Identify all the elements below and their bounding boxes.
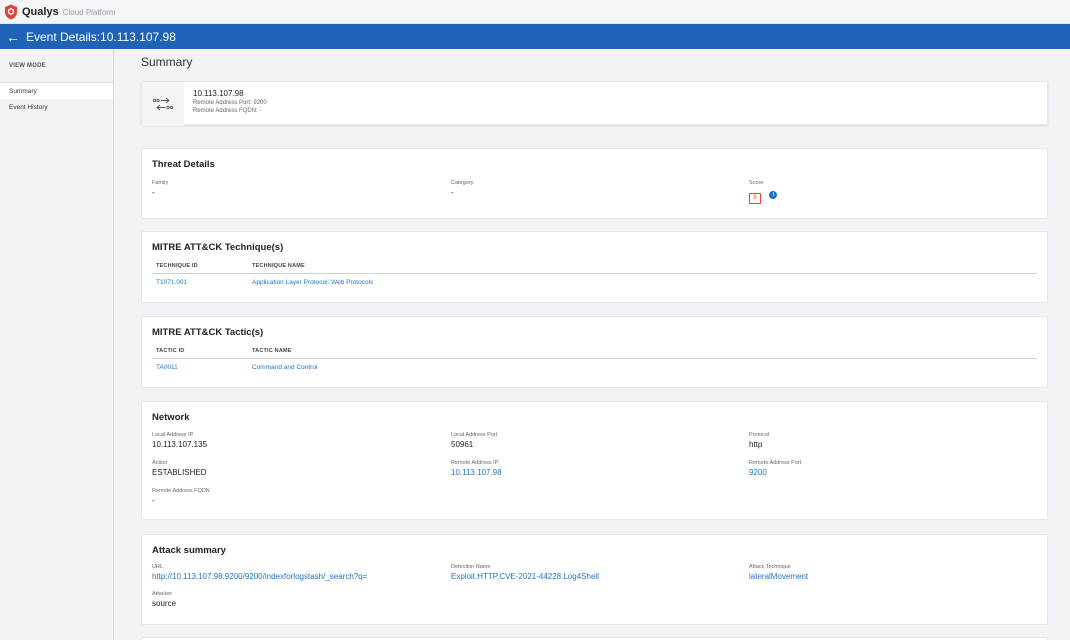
column-header-tactic-name: TACTIC NAME [252, 347, 292, 354]
info-icon[interactable]: i [769, 190, 778, 199]
detection-name-field: Detection Name Exploit.HTTP.CVE-2021-442… [451, 564, 599, 581]
sidebar-heading: VIEW MODE [0, 49, 113, 83]
table-row: TA0011 Command and Control [152, 359, 1037, 375]
main-content: Summary 10.113.107.98 Remote Address Por… [114, 49, 1070, 640]
attack-summary-card: Attack summary URL http://10.113.107.98:… [141, 534, 1048, 625]
family-label: Family [152, 180, 169, 186]
sidebar-item-event-history[interactable]: Event History [0, 99, 113, 115]
category-field: Category - [451, 180, 473, 197]
table-header: TECHNIQUE ID TECHNIQUE NAME [152, 258, 1037, 274]
local-ip-field: Local Address IP 10.113.107.135 [152, 432, 207, 449]
local-port-field: Local Address Port 50961 [451, 432, 497, 449]
protocol-value: http [749, 440, 763, 449]
threat-details-card: Threat Details Family - Category - Score… [141, 148, 1048, 219]
techniques-table: TECHNIQUE ID TECHNIQUE NAME T1071.001 Ap… [152, 258, 1037, 290]
mitre-techniques-card: MITRE ATT&CK Technique(s) TECHNIQUE ID T… [141, 231, 1048, 303]
page-header-title: Event Details:10.113.107.98 [26, 29, 176, 44]
column-header-technique-name: TECHNIQUE NAME [252, 262, 305, 269]
page-header: ← Event Details:10.113.107.98 [0, 24, 1070, 49]
remote-ip-label: Remote Address IP [451, 460, 499, 466]
category-label: Category [451, 180, 474, 186]
brand-subtitle: Cloud Platform [62, 7, 116, 17]
table-header: TACTIC ID TACTIC NAME [152, 343, 1037, 359]
protocol-label: Protocol [749, 432, 770, 438]
back-arrow-icon[interactable]: ← [6, 30, 20, 44]
address-port: Remote Address Port: 9200 [193, 100, 267, 106]
attack-technique-label: Attack Technique [749, 564, 791, 570]
family-field: Family - [152, 180, 168, 197]
technique-name-link[interactable]: Application Layer Protocol: Web Protocol… [252, 279, 1037, 286]
local-port-label: Local Address Port [451, 432, 498, 438]
sidebar: VIEW MODE Summary Event History [0, 49, 114, 640]
network-title: Network [152, 412, 190, 423]
score-field: Score 9 i [749, 180, 778, 204]
action-value: ESTABLISHED [152, 468, 207, 477]
url-label: URL [152, 564, 164, 570]
url-link[interactable]: http://10.113.107.98:9200/9200/indexforl… [152, 572, 367, 581]
tactic-id-link[interactable]: TA0011 [152, 364, 252, 371]
attack-summary-title: Attack summary [152, 545, 226, 556]
address-ip: 10.113.107.98 [193, 89, 244, 98]
remote-port-link[interactable]: 9200 [749, 468, 801, 477]
action-field: Action ESTABLISHED [152, 460, 207, 477]
attack-technique-field: Attack Technique lateralMovement [749, 564, 808, 581]
qualys-logo-icon [5, 4, 17, 19]
detection-name-label: Detection Name [451, 564, 491, 570]
detection-name-link[interactable]: Exploit.HTTP.CVE-2021-44228.Log4Shell [451, 572, 599, 581]
local-ip-label: Local Address IP [152, 432, 194, 438]
mitre-tactics-title: MITRE ATT&CK Tactic(s) [152, 327, 264, 338]
mitre-tactics-card: MITRE ATT&CK Tactic(s) TACTIC ID TACTIC … [141, 316, 1048, 388]
tactic-name-link[interactable]: Command and Control [252, 364, 1037, 371]
tactics-table: TACTIC ID TACTIC NAME TA0011 Command and… [152, 343, 1037, 375]
attacker-field: Attacker source [152, 591, 176, 608]
column-header-tactic-id: TACTIC ID [156, 347, 185, 354]
network-card: Network Local Address IP 10.113.107.135 … [141, 401, 1048, 520]
app-topbar: Qualys Cloud Platform [0, 0, 1070, 24]
brand-name: Qualys [22, 5, 59, 18]
attacker-label: Attacker [152, 591, 173, 597]
family-value: - [152, 188, 155, 197]
attacker-value: source [152, 599, 177, 608]
action-label: Action [152, 460, 168, 466]
remote-fqdn-label: Remote Address FQDN [152, 488, 210, 494]
score-badge: 9 [749, 192, 761, 204]
remote-port-label: Remote Address Port [749, 460, 802, 466]
address-card: 10.113.107.98 Remote Address Port: 9200 … [141, 81, 1048, 126]
remote-fqdn-value: - [152, 496, 155, 505]
remote-ip-link[interactable]: 10.113.107.98 [451, 468, 502, 477]
address-fqdn: Remote Address FQDN: - [193, 108, 262, 114]
remote-ip-field: Remote Address IP 10.113.107.98 [451, 460, 502, 477]
local-ip-value: 10.113.107.135 [152, 440, 208, 449]
threat-details-title: Threat Details [152, 159, 215, 170]
remote-port-field: Remote Address Port 9200 [749, 460, 801, 477]
remote-fqdn-field: Remote Address FQDN - [152, 488, 210, 505]
url-field: URL http://10.113.107.98:9200/9200/index… [152, 564, 367, 581]
table-row: T1071.001 Application Layer Protocol: We… [152, 274, 1037, 290]
network-transfer-icon [142, 82, 184, 126]
mitre-techniques-title: MITRE ATT&CK Technique(s) [152, 242, 284, 253]
page-title: Summary [141, 55, 193, 69]
attack-technique-link[interactable]: lateralMovement [749, 572, 808, 581]
category-value: - [451, 188, 454, 197]
column-header-technique-id: TECHNIQUE ID [156, 262, 198, 269]
protocol-field: Protocol http [749, 432, 769, 449]
technique-id-link[interactable]: T1071.001 [152, 279, 252, 286]
local-port-value: 50961 [451, 440, 474, 449]
sidebar-item-summary[interactable]: Summary [0, 83, 113, 99]
